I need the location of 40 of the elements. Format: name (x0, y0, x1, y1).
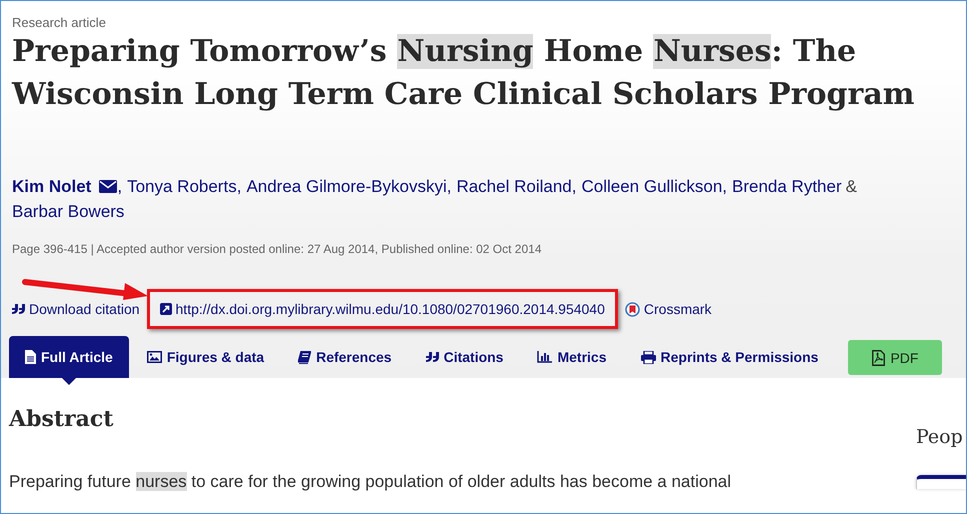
author-link[interactable]: Rachel Roiland (456, 177, 572, 196)
author-link[interactable]: Kim Nolet (12, 177, 92, 196)
pdf-file-icon (872, 350, 886, 366)
separator-text: , (236, 177, 242, 196)
tab[interactable]: Full Article (9, 336, 129, 378)
author-link[interactable]: Brenda Ryther (732, 177, 842, 196)
author-link[interactable]: Colleen Gullickson (581, 177, 722, 196)
quote-icon (426, 352, 439, 362)
pdf-button[interactable]: PDF (848, 340, 942, 375)
crossmark-link[interactable]: Crossmark (624, 301, 712, 317)
tab[interactable]: References (282, 336, 408, 378)
tab[interactable]: Citations (410, 336, 520, 378)
mail-icon[interactable] (99, 180, 118, 193)
author-link[interactable]: Andrea Gilmore-Bykovskyi (246, 177, 447, 196)
tab[interactable]: Metrics (521, 336, 622, 378)
separator-text: , (722, 177, 728, 196)
separator-text: & (846, 177, 857, 196)
author-link[interactable]: Barbar Bowers (12, 199, 966, 224)
printer-icon (640, 350, 656, 364)
article-type: Research article (12, 15, 107, 30)
abstract-text: Preparing future nurses to care for the growing population of older adults has become a national (9, 472, 732, 492)
separator-text: , (117, 177, 122, 196)
author-link[interactable]: Tonya Roberts (127, 177, 237, 196)
book-icon (298, 350, 312, 364)
separator-text: , (572, 177, 576, 196)
external-link-icon (160, 303, 172, 315)
section-heading: Abstract (9, 406, 114, 432)
crossmark-icon (624, 302, 640, 316)
sidebar-heading: Peop (916, 426, 964, 448)
tab[interactable]: Figures & data (130, 336, 280, 378)
doi-link[interactable]: http://dx.doi.org.mylibrary.wilmu.edu/10.1080/02701960.2014.954040 (146, 289, 618, 329)
separator-text: , (446, 177, 452, 196)
publication-info: Page 396-415 | Accepted author version posted online: 27 Aug 2014, Published online: 02 Oct 2014 (12, 242, 543, 256)
citation-link[interactable]: Download citation (12, 301, 140, 317)
tab[interactable]: Reprints & Permissions (624, 336, 834, 378)
document-icon (25, 350, 36, 364)
article-title: Preparing Tomorrow’s Nursing Home Nurses: The Wisconsin Long Term Care Clinical Scholars Program (12, 33, 916, 114)
quote-icon (12, 304, 25, 314)
image-icon (146, 351, 162, 363)
bar-chart-icon (537, 351, 552, 363)
